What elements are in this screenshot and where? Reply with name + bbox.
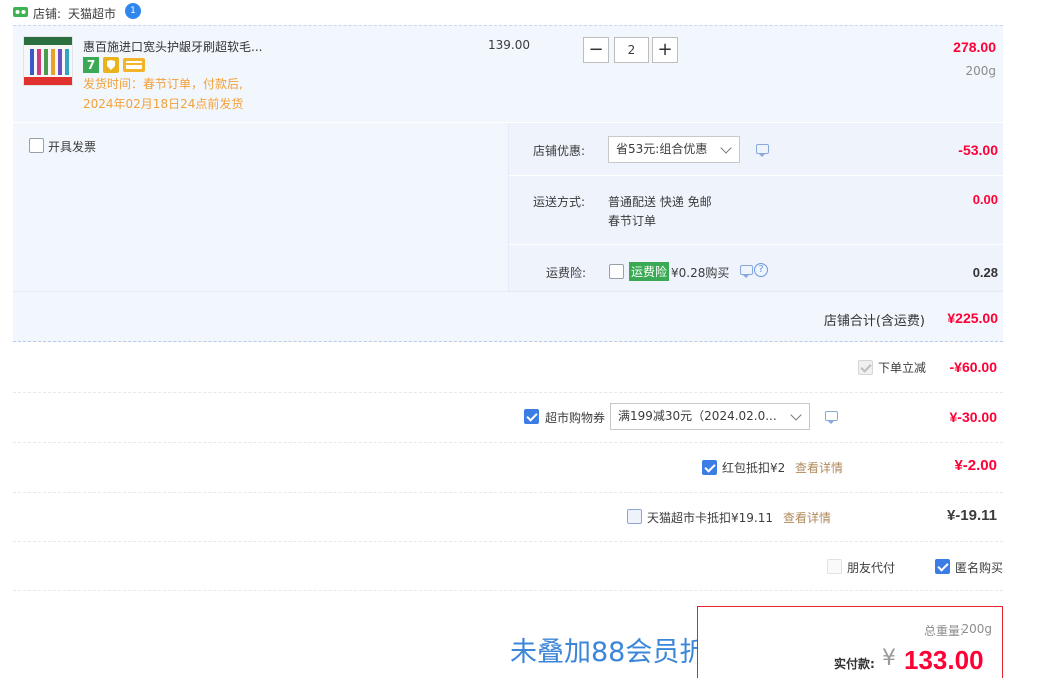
unit-price: 139.00 [488, 38, 530, 52]
shop-label: 店铺: [33, 7, 62, 21]
tmall-card-details-link[interactable]: 查看详情 [783, 509, 831, 526]
discount-amount: -53.00 [958, 142, 998, 158]
insurance-chat-icon[interactable] [740, 265, 753, 278]
tmall-card-label[interactable]: 天猫超市卡抵扣¥19.11 [647, 509, 773, 526]
tmall-card-amount: ¥-19.11 [946, 507, 997, 524]
anonymous-checkbox[interactable] [935, 559, 950, 574]
coupon-amount: ¥-30.00 [949, 409, 997, 425]
divider [13, 442, 1003, 443]
divider [13, 492, 1003, 493]
shipping-label: 运送方式: [533, 195, 586, 209]
shop-name[interactable]: 天猫超市 [68, 5, 116, 22]
shop-total-row: 店铺合计(含运费) ¥225.00 [13, 291, 1003, 342]
divider [13, 541, 1003, 542]
options-panel: 店铺优惠: 省53元:组合优惠 -53.00 运送方式: 普通配送 快递 免邮 … [508, 123, 1004, 291]
shop-icon [13, 6, 28, 18]
divider [13, 392, 1003, 393]
red-packet-details-link[interactable]: 查看详情 [795, 459, 843, 476]
shipping-method: 普通配送 快递 免邮 [608, 195, 712, 209]
shipping-amount: 0.00 [972, 192, 998, 207]
friend-pay-checkbox[interactable] [827, 559, 842, 574]
increase-quantity-button[interactable]: + [652, 37, 678, 63]
wangwang-badge: 1 [130, 6, 136, 16]
tmall-card-checkbox[interactable] [627, 509, 642, 524]
shop-total-amount: ¥225.00 [947, 310, 998, 326]
instant-discount-amount: -¥60.00 [949, 359, 997, 375]
divider [13, 590, 1003, 591]
pay-amount: 133.00 [904, 645, 984, 675]
help-icon[interactable]: ? [754, 263, 768, 277]
seven-day-return-icon: 7 [83, 57, 99, 73]
coupon-select[interactable]: 满199减30元（2024.02.0... [610, 403, 810, 430]
wangwang-icon[interactable]: 1 [125, 3, 141, 19]
pay-label: 实付款: [834, 657, 875, 671]
order-options: 开具发票 店铺优惠: 省53元:组合优惠 -53.00 运送方式: 普通配送 快… [13, 123, 1004, 342]
divider [509, 244, 1004, 245]
instant-discount-label: 下单立减 [878, 361, 927, 375]
divider [509, 175, 1004, 176]
insurance-amount: 0.28 [972, 265, 998, 280]
coupon-checkbox[interactable] [524, 409, 539, 424]
item-subtotal: 278.00 [953, 39, 996, 55]
insurance-price: ¥0.28购买 [671, 266, 730, 280]
total-weight-label: 总重量: [923, 624, 964, 638]
chevron-down-icon [790, 409, 802, 421]
shop-total-label: 店铺合计(含运费) [823, 314, 925, 329]
product-tags: 7 [83, 57, 145, 73]
product-image[interactable] [23, 36, 73, 86]
insurance-label: 运费险: [546, 266, 587, 280]
item-row: 惠百施进口宽头护龈牙刷超软毛... 7 发货时间：春节订单，付款后, 2024年… [13, 25, 1003, 122]
insurance-checkbox[interactable] [609, 264, 624, 279]
instant-discount-checkbox [858, 360, 873, 375]
anonymous-label[interactable]: 匿名购买 [955, 559, 1003, 576]
product-title[interactable]: 惠百施进口宽头护龈牙刷超软毛... [83, 38, 262, 55]
discount-label: 店铺优惠: [533, 144, 586, 158]
invoice-checkbox[interactable] [29, 138, 44, 153]
item-weight: 200g [965, 64, 996, 78]
friend-pay-label[interactable]: 朋友代付 [847, 559, 895, 576]
shipping-note: 春节订单 [608, 214, 657, 228]
guarantee-icon [103, 57, 119, 73]
total-weight-value: 200g [961, 622, 992, 636]
coupon-label[interactable]: 超市购物券 [545, 409, 605, 426]
discount-chat-icon[interactable] [756, 144, 769, 157]
shop-header: 店铺: 天猫超市 1 [13, 3, 213, 21]
coupon-chat-icon[interactable] [825, 411, 838, 424]
red-packet-amount: ¥-2.00 [954, 457, 997, 474]
discount-select[interactable]: 省53元:组合优惠 [608, 136, 740, 163]
invoice-panel: 开具发票 [13, 123, 508, 291]
ship-time-line2: 2024年02月18日24点前发货 [83, 97, 244, 111]
card-pay-icon [123, 58, 145, 72]
invoice-label[interactable]: 开具发票 [48, 138, 96, 155]
insurance-tag: 运费险 [629, 262, 670, 281]
red-packet-checkbox[interactable] [702, 460, 717, 475]
decrease-quantity-button[interactable]: − [583, 37, 609, 63]
chevron-down-icon [720, 142, 732, 154]
ship-time-line1: 发货时间：春节订单，付款后, [83, 77, 243, 91]
currency-symbol: ¥ [882, 646, 896, 671]
quantity-input[interactable]: 2 [614, 37, 649, 63]
payment-summary: 总重量: 200g 实付款: ¥ 133.00 [697, 606, 1003, 678]
red-packet-label[interactable]: 红包抵扣¥2 [722, 459, 785, 476]
